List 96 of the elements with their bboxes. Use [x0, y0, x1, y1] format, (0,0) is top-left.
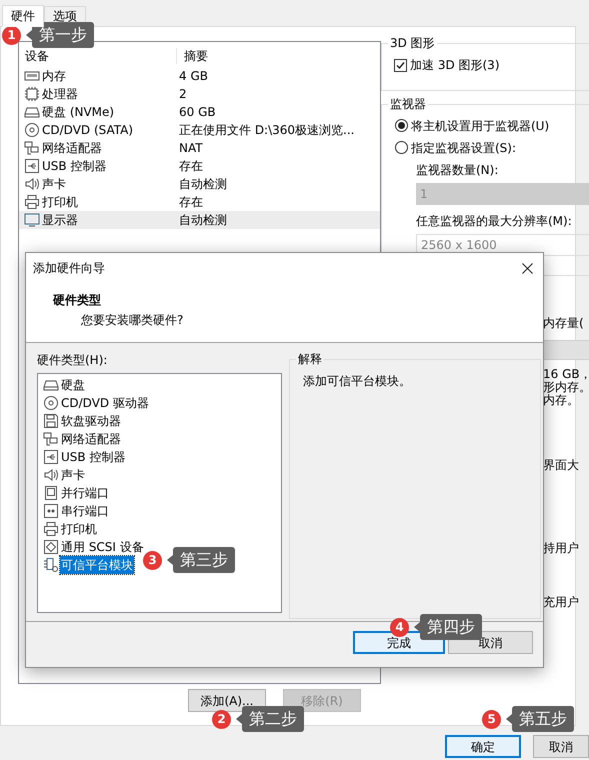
usb-icon	[24, 158, 40, 174]
network-icon	[43, 431, 59, 447]
tab[interactable]: 硬件	[2, 5, 44, 27]
list-label: 硬件类型(H):	[37, 352, 108, 369]
device-summary: 存在	[179, 194, 203, 211]
description-line: 形内存。	[543, 381, 589, 394]
hardware-type-item[interactable]: 可信平台模块	[60, 556, 134, 574]
device-name: USB 控制器	[42, 158, 106, 175]
device-summary: 自动检测	[179, 212, 227, 229]
device-name: 处理器	[42, 86, 78, 103]
device-summary: 自动检测	[179, 176, 227, 193]
group-title: 3D 图形	[388, 35, 437, 51]
setting-label: 内存量(	[543, 315, 585, 332]
check-icon	[396, 60, 405, 70]
device-row[interactable]: 声卡 自动检测	[19, 175, 380, 193]
scsi-icon	[43, 539, 59, 555]
hardware-type-item[interactable]: 硬盘	[60, 376, 86, 394]
dialog-button[interactable]: 添加(A)...	[188, 689, 266, 712]
device-summary: 2	[179, 86, 187, 103]
serial-icon	[43, 503, 59, 519]
checkbox-label: 加速 3D 图形(3)	[410, 57, 500, 74]
device-summary: 存在	[179, 158, 203, 175]
column-header[interactable]: 摘要	[177, 48, 208, 64]
device-name: CD/DVD (SATA)	[42, 122, 134, 139]
sound-icon	[24, 176, 40, 192]
group-title: 解释	[296, 351, 324, 367]
device-row[interactable]: 网络适配器 NAT	[19, 139, 380, 157]
field-label: 任意监视器的最大分辨率(M):	[416, 213, 573, 230]
group-title: 监视器	[388, 96, 428, 112]
usb-icon	[43, 449, 59, 465]
setting-label: 持用户	[543, 540, 580, 557]
device-summary: 60 GB	[179, 104, 216, 121]
hardware-type-item[interactable]: 打印机	[60, 520, 98, 538]
floppy-icon	[43, 413, 59, 429]
step-tooltip: 第三步	[173, 547, 235, 573]
dialog-button[interactable]: 取消	[533, 735, 589, 758]
description-line: 16 GB，	[543, 368, 589, 381]
explanation-text: 添加可信平台模块。	[303, 374, 411, 388]
disc-icon	[24, 122, 40, 138]
device-name: 内存	[42, 68, 66, 85]
wizard-heading: 硬件类型	[53, 292, 102, 309]
checkbox[interactable]	[394, 58, 407, 72]
device-summary: 4 GB	[179, 68, 208, 85]
cpu-icon	[24, 86, 40, 102]
network-icon	[24, 140, 40, 156]
device-row[interactable]: 硬盘 (NVMe) 60 GB	[19, 103, 380, 121]
device-row[interactable]: CD/DVD (SATA) 正在使用文件 D:\360极速浏览...	[19, 121, 380, 139]
device-row[interactable]: USB 控制器 存在	[19, 157, 380, 175]
hardware-type-item[interactable]: 软盘驱动器	[60, 412, 122, 430]
printer-icon	[24, 194, 40, 210]
device-name: 声卡	[42, 176, 66, 193]
radio-button[interactable]	[395, 119, 408, 132]
close-icon[interactable]	[522, 262, 533, 274]
device-summary: 正在使用文件 D:\360极速浏览...	[179, 122, 354, 139]
hardware-type-item[interactable]: 网络适配器	[60, 430, 122, 448]
step-tooltip: 第二步	[242, 706, 304, 732]
pointer-icon	[236, 714, 242, 724]
hardware-type-item[interactable]: 声卡	[60, 466, 86, 484]
radio-label: 将主机设置用于监视器(U)	[411, 118, 550, 134]
device-name: 网络适配器	[42, 140, 102, 157]
radio-label: 指定监视器设置(S):	[411, 140, 516, 156]
device-name: 打印机	[42, 194, 78, 211]
printer-icon	[43, 521, 59, 537]
device-summary: NAT	[179, 140, 203, 157]
step-tooltip: 第一步	[32, 22, 94, 48]
device-row[interactable]: 打印机 存在	[19, 193, 380, 211]
step-tooltip: 第五步	[512, 706, 574, 732]
setting-label: 充用户	[543, 594, 580, 611]
dialog-title: 添加硬件向导	[33, 260, 105, 277]
hardware-type-item[interactable]: CD/DVD 驱动器	[60, 394, 150, 412]
pointer-icon	[414, 622, 420, 632]
memory-dropdown[interactable]	[543, 340, 589, 360]
pointer-icon	[167, 555, 173, 565]
description-line: 内存。	[543, 394, 580, 407]
hardware-type-item[interactable]: 并行端口	[60, 484, 110, 502]
radio-button[interactable]	[395, 141, 408, 154]
device-row[interactable]: 显示器 自动检测	[19, 211, 380, 229]
parallel-icon	[43, 485, 59, 501]
field-label: 监视器数量(N):	[416, 162, 500, 179]
pointer-icon	[506, 714, 512, 724]
tpm-icon	[43, 557, 59, 573]
step-tooltip: 第四步	[420, 614, 482, 640]
setting-label: 界面大	[543, 457, 580, 474]
wizard-subheading: 您要安装哪类硬件?	[80, 312, 184, 329]
sound-icon	[43, 467, 59, 483]
device-name: 显示器	[42, 212, 78, 229]
device-name: 硬盘 (NVMe)	[42, 104, 114, 121]
device-row[interactable]: 内存 4 GB	[19, 67, 380, 85]
hardware-type-item[interactable]: 串行端口	[60, 502, 110, 520]
dialog-button[interactable]: 确定	[445, 735, 522, 758]
hardware-type-item[interactable]: 通用 SCSI 设备	[60, 538, 145, 556]
disc-icon	[43, 395, 59, 411]
pointer-icon	[26, 30, 32, 40]
hardware-type-item[interactable]: USB 控制器	[60, 448, 126, 466]
device-row[interactable]: 处理器 2	[19, 85, 380, 103]
display-icon	[24, 212, 40, 228]
